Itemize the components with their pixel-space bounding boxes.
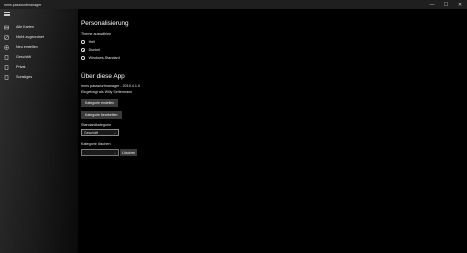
default-category-dropdown[interactable]: Geschäft ⌵ <box>81 129 119 136</box>
default-category-label: Standardkategorie <box>81 123 112 127</box>
sidebar-item-label: Geschäft <box>16 55 31 59</box>
chevron-down-icon: ⌵ <box>113 130 116 135</box>
edit-category-button[interactable]: Kategorie bearbeiten <box>81 111 122 119</box>
radio-theme-dunkel[interactable]: Dunkel <box>81 48 100 52</box>
unassigned-icon <box>4 35 9 40</box>
sidebar-item-label: Alle Karten <box>16 25 35 29</box>
sidebar-nav: Alle Karten Nicht zugeordnet Neu erstell… <box>0 22 78 82</box>
document-icon <box>4 54 9 60</box>
document-icon <box>4 74 9 80</box>
app-version: mms.passwortmanager - 2019.4.1.0 <box>81 84 141 88</box>
settings-page: Personalisierung Theme auswählen Hell Du… <box>78 9 467 253</box>
window-controls: — ☐ ✕ <box>425 0 467 9</box>
sidebar-item-alle-karten[interactable]: Alle Karten <box>0 22 78 32</box>
title-bar: mms.passwortmanager — ☐ ✕ <box>0 0 467 9</box>
sidebar-item-sonstiges[interactable]: Sonstiges <box>0 72 78 82</box>
cards-icon <box>4 25 9 30</box>
radio-circle <box>81 40 85 44</box>
radio-theme-windows-standard[interactable]: Windows-Standard <box>81 56 120 60</box>
radio-label: Hell <box>88 40 95 44</box>
registered-owner: Eingetragt als Willy Seitermann <box>81 90 133 94</box>
sidebar-item-nicht-zugeordnet[interactable]: Nicht zugeordnet <box>0 32 78 42</box>
sidebar-item-label: Neu erstellen <box>16 45 38 49</box>
section-title-personalisierung: Personalisierung <box>81 20 129 27</box>
delete-button[interactable]: Löschen <box>120 149 138 156</box>
close-icon[interactable]: ✕ <box>453 0 467 9</box>
hamburger-menu-icon[interactable] <box>4 12 10 16</box>
delete-category-dropdown[interactable]: ⌵ <box>81 149 119 156</box>
delete-category-label: Kategorie löschen <box>81 142 111 146</box>
radio-circle-selected <box>81 48 85 52</box>
sidebar-item-label: Sonstiges <box>16 75 33 79</box>
add-icon <box>4 44 9 50</box>
maximize-icon[interactable]: ☐ <box>439 0 453 9</box>
create-category-button[interactable]: Kategorie erstellen <box>81 99 119 107</box>
radio-label: Windows-Standard <box>88 56 120 60</box>
radio-circle <box>81 56 85 60</box>
sidebar-item-geschaeft[interactable]: Geschäft <box>0 52 78 62</box>
radio-label: Dunkel <box>88 48 101 52</box>
sidebar-item-privat[interactable]: Privat <box>0 62 78 72</box>
chevron-down-icon: ⌵ <box>113 150 116 155</box>
window-title: mms.passwortmanager <box>4 2 42 7</box>
sidebar-item-neu-erstellen[interactable]: Neu erstellen <box>0 42 78 52</box>
radio-theme-hell[interactable]: Hell <box>81 40 95 44</box>
dropdown-value: Geschäft <box>84 130 99 135</box>
section-title-about: Über diese App <box>81 73 125 80</box>
sidebar-item-label: Privat <box>16 65 26 69</box>
sidebar: Alle Karten Nicht zugeordnet Neu erstell… <box>0 9 78 253</box>
theme-label: Theme auswählen <box>81 32 112 36</box>
sidebar-item-label: Nicht zugeordnet <box>16 35 44 39</box>
minimize-icon[interactable]: — <box>425 0 439 9</box>
document-icon <box>4 64 9 70</box>
